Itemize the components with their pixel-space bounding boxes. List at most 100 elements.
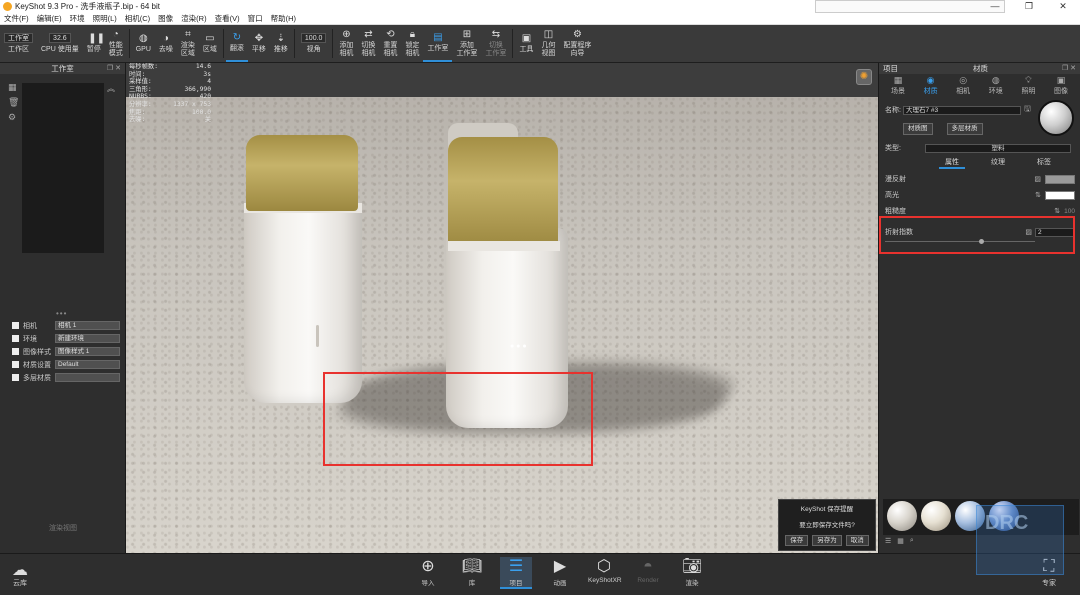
library-material-ball[interactable] xyxy=(921,501,951,531)
material-graph-button[interactable]: 材质图 xyxy=(903,123,933,135)
render-button[interactable]: 📷︎ 渲染 xyxy=(676,557,708,589)
switch-camera-button[interactable]: ⇄ 切换 相机 xyxy=(357,25,379,62)
image-style-select[interactable]: 图像样式 1 xyxy=(55,347,120,356)
menu-help[interactable]: 帮助(H) xyxy=(267,13,300,24)
menu-file[interactable]: 文件(F) xyxy=(0,13,33,24)
tab-lighting[interactable]: 💡︎ 照明 xyxy=(1013,75,1043,97)
render-region-button[interactable]: ⌗ 渲染 区域 xyxy=(177,25,199,62)
close-button[interactable]: ✕ xyxy=(1046,0,1080,13)
tab-material[interactable]: ◉ 材质 xyxy=(916,75,946,97)
reset-camera-button[interactable]: ⟲ 重置 相机 xyxy=(379,25,401,62)
workspace-select[interactable]: 工作室 xyxy=(4,33,33,43)
tumble-button[interactable]: ↻ 翻滚 xyxy=(225,25,248,62)
material-type-select[interactable]: 塑料 xyxy=(925,143,1071,153)
resize-handle-icon[interactable]: ••• xyxy=(56,309,67,318)
studio-row-environment: 环境 新建环境 xyxy=(12,332,120,345)
keyshot-logo-icon xyxy=(3,2,12,11)
material-setting-select[interactable]: Default xyxy=(55,360,120,369)
tab-image[interactable]: ▣ 图像 xyxy=(1046,75,1076,97)
camera-checkbox[interactable] xyxy=(12,322,19,329)
lock-camera-button[interactable]: 🔒︎ 锁定 相机 xyxy=(401,25,423,62)
save-material-icon[interactable]: 🖫︎ xyxy=(1024,103,1031,117)
delete-icon[interactable]: 🗑︎ xyxy=(8,98,19,107)
minimize-button[interactable]: — xyxy=(978,0,1012,13)
camera-select[interactable]: 相机 1 xyxy=(55,321,120,330)
material-setting-checkbox[interactable] xyxy=(12,361,19,368)
material-name-input[interactable]: 大理石7 #3 xyxy=(903,105,1021,115)
keyshotxr-button[interactable]: ⬡ KeyShotXR xyxy=(588,557,622,589)
library-button[interactable]: 📖︎ 库 xyxy=(456,557,488,589)
add-studio-icon[interactable]: ▦ xyxy=(8,83,17,92)
menu-camera[interactable]: 相机(C) xyxy=(121,13,154,24)
menu-image[interactable]: 图像 xyxy=(154,13,177,24)
save-button[interactable]: 保存 xyxy=(785,535,809,546)
list-view-icon[interactable]: ☰ xyxy=(885,537,891,545)
import-button[interactable]: ⊕ 导入 xyxy=(412,557,444,589)
fov-field[interactable]: 100.0 xyxy=(300,33,327,43)
menu-window[interactable]: 窗口 xyxy=(244,13,267,24)
texture-icon[interactable]: ⇅ xyxy=(1054,207,1060,215)
add-camera-button[interactable]: ⊕ 添加 相机 xyxy=(335,25,357,62)
dolly-button[interactable]: ⇣ 推移 xyxy=(270,25,292,62)
texture-icon[interactable]: ▨ xyxy=(1034,175,1041,183)
tab-textures[interactable]: 纹理 xyxy=(985,157,1011,169)
grid-view-icon[interactable]: ▦ xyxy=(897,537,904,545)
environment-select[interactable]: 新建环境 xyxy=(55,334,120,343)
switch-studio-button[interactable]: ⇆ 切换 工作室 xyxy=(481,25,510,62)
roughness-value[interactable]: 100 xyxy=(1064,208,1075,215)
tab-labels[interactable]: 标签 xyxy=(1031,157,1057,169)
project-button[interactable]: ☰ 项目 xyxy=(500,557,532,589)
animation-label: 动画 xyxy=(553,580,567,587)
multi-material-select[interactable] xyxy=(55,373,120,382)
denoise-button[interactable]: ◑ 去噪 xyxy=(155,25,177,62)
panel-window-controls[interactable]: ❐ ✕ xyxy=(107,63,121,74)
tab-scene[interactable]: ▦ 场景 xyxy=(883,75,913,97)
pause-button[interactable]: ❚❚ 暂停 xyxy=(83,25,105,62)
config-wizard-button[interactable]: ⚙ 配置程序 向导 xyxy=(559,25,595,62)
studio-list[interactable] xyxy=(22,83,104,253)
cancel-button[interactable]: 取消 xyxy=(845,535,869,546)
settings-icon[interactable]: ⚙ xyxy=(8,113,17,122)
collapse-icon[interactable]: ︽ xyxy=(107,83,115,94)
workspace-dropdown[interactable]: 工作室 工作区 xyxy=(0,25,37,62)
multi-material-checkbox[interactable] xyxy=(12,374,19,381)
pan-button[interactable]: ✥ 平移 xyxy=(248,25,270,62)
region-button[interactable]: ▭ 区域 xyxy=(199,25,221,62)
menu-view[interactable]: 查看(V) xyxy=(211,13,244,24)
maximize-button[interactable]: ❐ xyxy=(1012,0,1046,13)
tab-properties[interactable]: 属性 xyxy=(939,157,965,169)
specular-color-swatch[interactable] xyxy=(1045,190,1075,200)
tab-environment[interactable]: ◍ 环境 xyxy=(981,75,1011,97)
animation-button[interactable]: ▶ 动画 xyxy=(544,557,576,589)
keyvr-button[interactable]: ◓ Render xyxy=(632,557,664,589)
diffuse-color-swatch[interactable] xyxy=(1045,174,1075,184)
environment-checkbox[interactable] xyxy=(12,335,19,342)
environment-preview-icon[interactable]: ✺ xyxy=(856,69,872,85)
search-icon[interactable]: ⌕ xyxy=(910,537,914,545)
library-material-ball[interactable] xyxy=(887,501,917,531)
gpu-button[interactable]: ◍ GPU xyxy=(132,25,155,62)
tools-button[interactable]: ▣ 工具 xyxy=(515,25,537,62)
menu-edit[interactable]: 编辑(E) xyxy=(33,13,66,24)
studio-button[interactable]: ▤ 工作室 xyxy=(423,25,453,62)
geometry-view-button[interactable]: ◫ 几何 视图 xyxy=(537,25,559,62)
menu-environment[interactable]: 环境 xyxy=(66,13,89,24)
add-studio-button[interactable]: ⊞ 添加 工作室 xyxy=(452,25,481,62)
cloud-library-button[interactable]: ☁ 云库 xyxy=(12,560,28,588)
menu-lighting[interactable]: 照明(L) xyxy=(89,13,121,24)
image-style-checkbox[interactable] xyxy=(12,348,19,355)
cpu-usage-field[interactable]: 32.6 xyxy=(49,33,71,43)
tab-camera[interactable]: ◎ 相机 xyxy=(948,75,978,97)
stat-key: 去噪: xyxy=(129,116,146,124)
menu-render[interactable]: 渲染(R) xyxy=(177,13,210,24)
texture-icon[interactable]: ⇅ xyxy=(1035,191,1041,199)
performance-mode-button[interactable]: ◔ 性能 模式 xyxy=(105,25,127,62)
cpu-usage[interactable]: 32.6 CPU 使用量 xyxy=(37,25,83,62)
material-preview-sphere[interactable] xyxy=(1038,100,1074,136)
save-as-button[interactable]: 另存为 xyxy=(812,535,842,546)
title-search-box[interactable] xyxy=(815,0,1005,13)
field-of-view[interactable]: 100.0 视角 xyxy=(297,25,331,62)
multi-material-button[interactable]: 多层材质 xyxy=(946,123,983,135)
panel-window-controls[interactable]: ❐ ✕ xyxy=(1062,63,1076,74)
render-viewport[interactable]: ● ● ● 每秒帧数: 14.6 时间: 3s 采样值: 4 三角形: 366,990 … xyxy=(126,63,878,553)
